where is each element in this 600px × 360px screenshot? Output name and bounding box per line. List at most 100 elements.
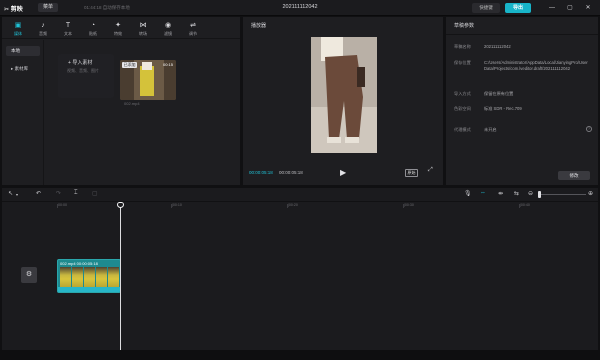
maximize-icon[interactable]: ▢	[564, 2, 576, 14]
link-icon[interactable]: ⇔	[480, 190, 486, 196]
tab-text[interactable]: T 文本	[58, 17, 78, 39]
tab-audio[interactable]: ♪ 音频	[33, 17, 53, 39]
ratio-button[interactable]: 原始	[405, 169, 418, 177]
player-panel: 播放器 00:00:05:18 00:00:05:18 ▶ 原始 ⤢	[243, 17, 443, 185]
redo-icon[interactable]: ↷	[56, 190, 61, 197]
ruler-tick: 00:00	[57, 203, 67, 208]
media-icon: ▣	[14, 22, 22, 29]
media-filename: 002.mp4	[124, 101, 140, 106]
text-icon: T	[65, 22, 71, 29]
title-bar: ✂ 剪映 菜单 01:44:18 自动保存本地 202111112042 快捷键…	[0, 0, 600, 16]
close-icon[interactable]: ✕	[582, 2, 594, 14]
effects-icon: ✦	[115, 22, 121, 29]
import-label: + 导入素材	[68, 59, 92, 66]
tool-tabs: ▣ 媒体 ♪ 音频 T 文本 ◔ 贴纸 ✦ 特效 ⋈ 转场 ◉ 滤镜 ⇌ 调节	[2, 17, 240, 39]
split-icon[interactable]: ⌶	[74, 190, 78, 197]
modify-button[interactable]: 修改	[558, 171, 590, 180]
ruler-tick: |00:30	[403, 203, 414, 208]
sidebar-item-library[interactable]: ▸ 素材库	[6, 64, 40, 74]
import-media-button[interactable]: + 导入素材 视频、音频、图片	[58, 54, 114, 98]
divider	[446, 34, 598, 35]
props-title: 草稿参数	[454, 23, 475, 29]
ruler-tick: |00:20	[287, 203, 298, 208]
tab-transition[interactable]: ⋈ 转场	[133, 17, 153, 39]
zoom-slider[interactable]	[540, 194, 586, 195]
timeline-panel: ↖ ▾ ↶ ↷ ⌶ ▢ 🎙 ⇔ ⇹ ⇆ ⊖ ⊕ 00:00 |00:10 |00…	[2, 188, 598, 350]
playhead[interactable]	[120, 204, 121, 350]
tab-label: 特效	[114, 31, 122, 36]
prop-val-name: 202111112042	[484, 44, 511, 49]
undo-icon[interactable]: ↶	[36, 190, 41, 197]
timeline-toolbar: ↖ ▾ ↶ ↷ ⌶ ▢ 🎙 ⇔ ⇹ ⇆ ⊖ ⊕	[2, 188, 598, 202]
preview-axis-icon[interactable]: ⇆	[514, 190, 519, 197]
player-title: 播放器	[251, 23, 267, 29]
tab-label: 媒体	[14, 31, 22, 36]
tab-label: 贴纸	[89, 31, 97, 36]
prop-key-colorspace: 色彩空间	[454, 106, 471, 111]
added-badge: 已添加	[122, 62, 137, 68]
cover-icon: ⚙	[25, 271, 33, 278]
zoom-out-icon[interactable]: ⊖	[528, 190, 533, 197]
clip-frame	[72, 267, 83, 287]
prop-key-location: 保存位置	[454, 60, 471, 65]
microphone-icon[interactable]: 🎙	[464, 190, 472, 197]
clip-frame	[84, 267, 95, 287]
tab-label: 滤镜	[164, 31, 172, 36]
tab-media[interactable]: ▣ 媒体	[8, 17, 28, 39]
media-duration: 00:15	[162, 62, 173, 67]
snap-icon[interactable]: ⇹	[498, 190, 503, 197]
import-text: 导入素材	[72, 60, 93, 66]
prop-val-colorspace: 标准 SDR - Rec.709	[484, 106, 522, 111]
delete-icon[interactable]: ▢	[92, 190, 98, 197]
clip-audio-bar	[58, 287, 120, 292]
status-bar	[0, 350, 600, 360]
shortcut-button[interactable]: 快捷键	[472, 3, 500, 13]
tab-effects[interactable]: ✦ 特效	[108, 17, 128, 39]
prop-val-location: C:/Users/Administrator/AppData/Local/Jia…	[484, 60, 588, 71]
import-subtitle: 视频、音频、图片	[67, 68, 99, 73]
tab-filter[interactable]: ◉ 滤镜	[158, 17, 178, 39]
tab-adjust[interactable]: ⇌ 调节	[183, 17, 203, 39]
video-frame-image	[311, 37, 377, 153]
menu-button[interactable]: 菜单	[38, 3, 58, 12]
tab-label: 调节	[189, 31, 197, 36]
prop-key-proxy: 代理模式	[454, 127, 471, 132]
media-panel: ▣ 媒体 ♪ 音频 T 文本 ◔ 贴纸 ✦ 特效 ⋈ 转场 ◉ 滤镜 ⇌ 调节	[2, 17, 240, 185]
clip-frame	[96, 267, 107, 287]
ruler-tick: |00:10	[171, 203, 182, 208]
sticker-icon: ◔	[90, 22, 96, 29]
audio-icon: ♪	[41, 22, 45, 29]
chevron-down-icon[interactable]: ▾	[16, 192, 18, 197]
export-button[interactable]: 导出	[505, 3, 531, 13]
media-side-nav: 本地 ▸ 素材库	[2, 40, 44, 185]
help-icon[interactable]: ?	[586, 126, 592, 132]
total-timecode: 00:00:05:18	[279, 170, 303, 175]
cover-button[interactable]: ⚙	[21, 267, 37, 283]
current-timecode: 00:00:05:18	[249, 170, 273, 175]
fullscreen-icon[interactable]: ⤢	[428, 167, 433, 174]
prop-key-name: 草稿名称	[454, 44, 471, 49]
clip-frame	[60, 267, 71, 287]
tab-sticker[interactable]: ◔ 贴纸	[83, 17, 103, 39]
tab-label: 音频	[39, 31, 47, 36]
select-cursor-icon[interactable]: ↖	[8, 190, 13, 197]
autosave-status: 01:44:18 自动保存本地	[84, 5, 130, 10]
prop-val-proxy: 未开启	[484, 127, 497, 132]
play-icon[interactable]: ▶	[340, 168, 346, 177]
zoom-in-icon[interactable]: ⊕	[588, 190, 593, 197]
adjust-icon: ⇌	[190, 22, 196, 29]
video-preview[interactable]	[311, 37, 377, 153]
prop-key-import: 导入方式	[454, 91, 471, 96]
clip-frame	[108, 267, 119, 287]
sidebar-item-local[interactable]: 本地	[6, 46, 40, 56]
clip-label: 002.mp4 00:00:05:18	[60, 261, 98, 266]
zoom-slider-handle[interactable]	[538, 191, 541, 198]
minimize-icon[interactable]: —	[546, 2, 558, 14]
transition-icon: ⋈	[139, 22, 147, 29]
video-clip[interactable]: 002.mp4 00:00:05:18	[57, 259, 121, 293]
tab-label: 文本	[64, 31, 72, 36]
prop-val-import: 保留在原有位置	[484, 91, 514, 96]
media-thumbnail[interactable]: 已添加 00:15	[120, 60, 176, 100]
filter-icon: ◉	[164, 22, 172, 29]
draft-properties-panel: 草稿参数 草稿名称 202111112042 保存位置 C:/Users/Adm…	[446, 17, 598, 185]
